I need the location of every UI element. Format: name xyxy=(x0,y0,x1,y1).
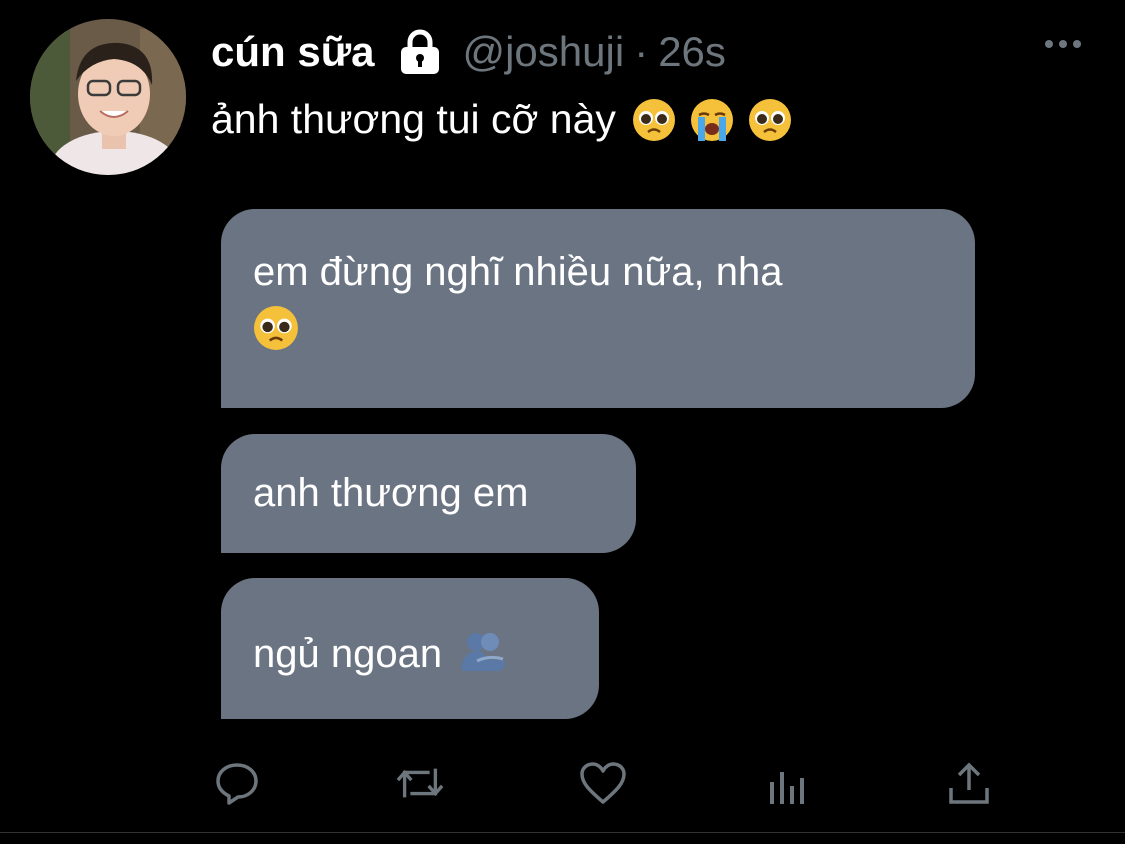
timestamp[interactable]: 26s xyxy=(658,28,726,76)
loudly-crying-face-emoji xyxy=(690,98,733,141)
display-name[interactable]: cún sữa xyxy=(211,28,374,76)
lock-icon xyxy=(396,28,444,76)
reply-icon xyxy=(216,763,258,805)
separator-dot: · xyxy=(634,28,649,75)
tweet-header: cún sữa @joshuji · 26s xyxy=(211,22,726,82)
tweet-text-content: ảnh thương tui cỡ này xyxy=(211,96,616,142)
people-hugging-emoji xyxy=(461,633,506,671)
chat-bubble: ngủ ngoan xyxy=(221,578,599,719)
analytics-icon xyxy=(770,772,804,804)
avatar[interactable] xyxy=(30,19,186,175)
share-icon xyxy=(949,762,989,804)
more-options-icon[interactable] xyxy=(1045,40,1081,48)
divider xyxy=(0,832,1125,833)
chat-bubble: em đừng nghĩ nhiều nữa, nha xyxy=(221,209,975,408)
like-button[interactable] xyxy=(578,758,628,808)
retweet-icon xyxy=(396,768,444,798)
user-handle[interactable]: @joshuji xyxy=(462,28,624,76)
chat-bubble-text: anh thương em xyxy=(253,471,529,515)
chat-bubble: anh thương em xyxy=(221,434,636,553)
like-icon xyxy=(580,762,626,804)
chat-bubble-text: ngủ ngoan xyxy=(253,632,443,676)
pleading-face-emoji xyxy=(254,306,298,350)
share-button[interactable] xyxy=(944,758,994,808)
retweet-button[interactable] xyxy=(395,758,445,808)
tweet-text: ảnh thương tui cỡ này xyxy=(211,96,792,143)
reply-button[interactable] xyxy=(212,758,262,808)
tweet-action-bar xyxy=(0,758,1125,818)
chat-bubble-text: em đừng nghĩ nhiều nữa, nha xyxy=(253,250,783,294)
pleading-face-emoji xyxy=(632,98,675,141)
pleading-face-emoji xyxy=(748,98,791,141)
analytics-button[interactable] xyxy=(761,758,811,808)
